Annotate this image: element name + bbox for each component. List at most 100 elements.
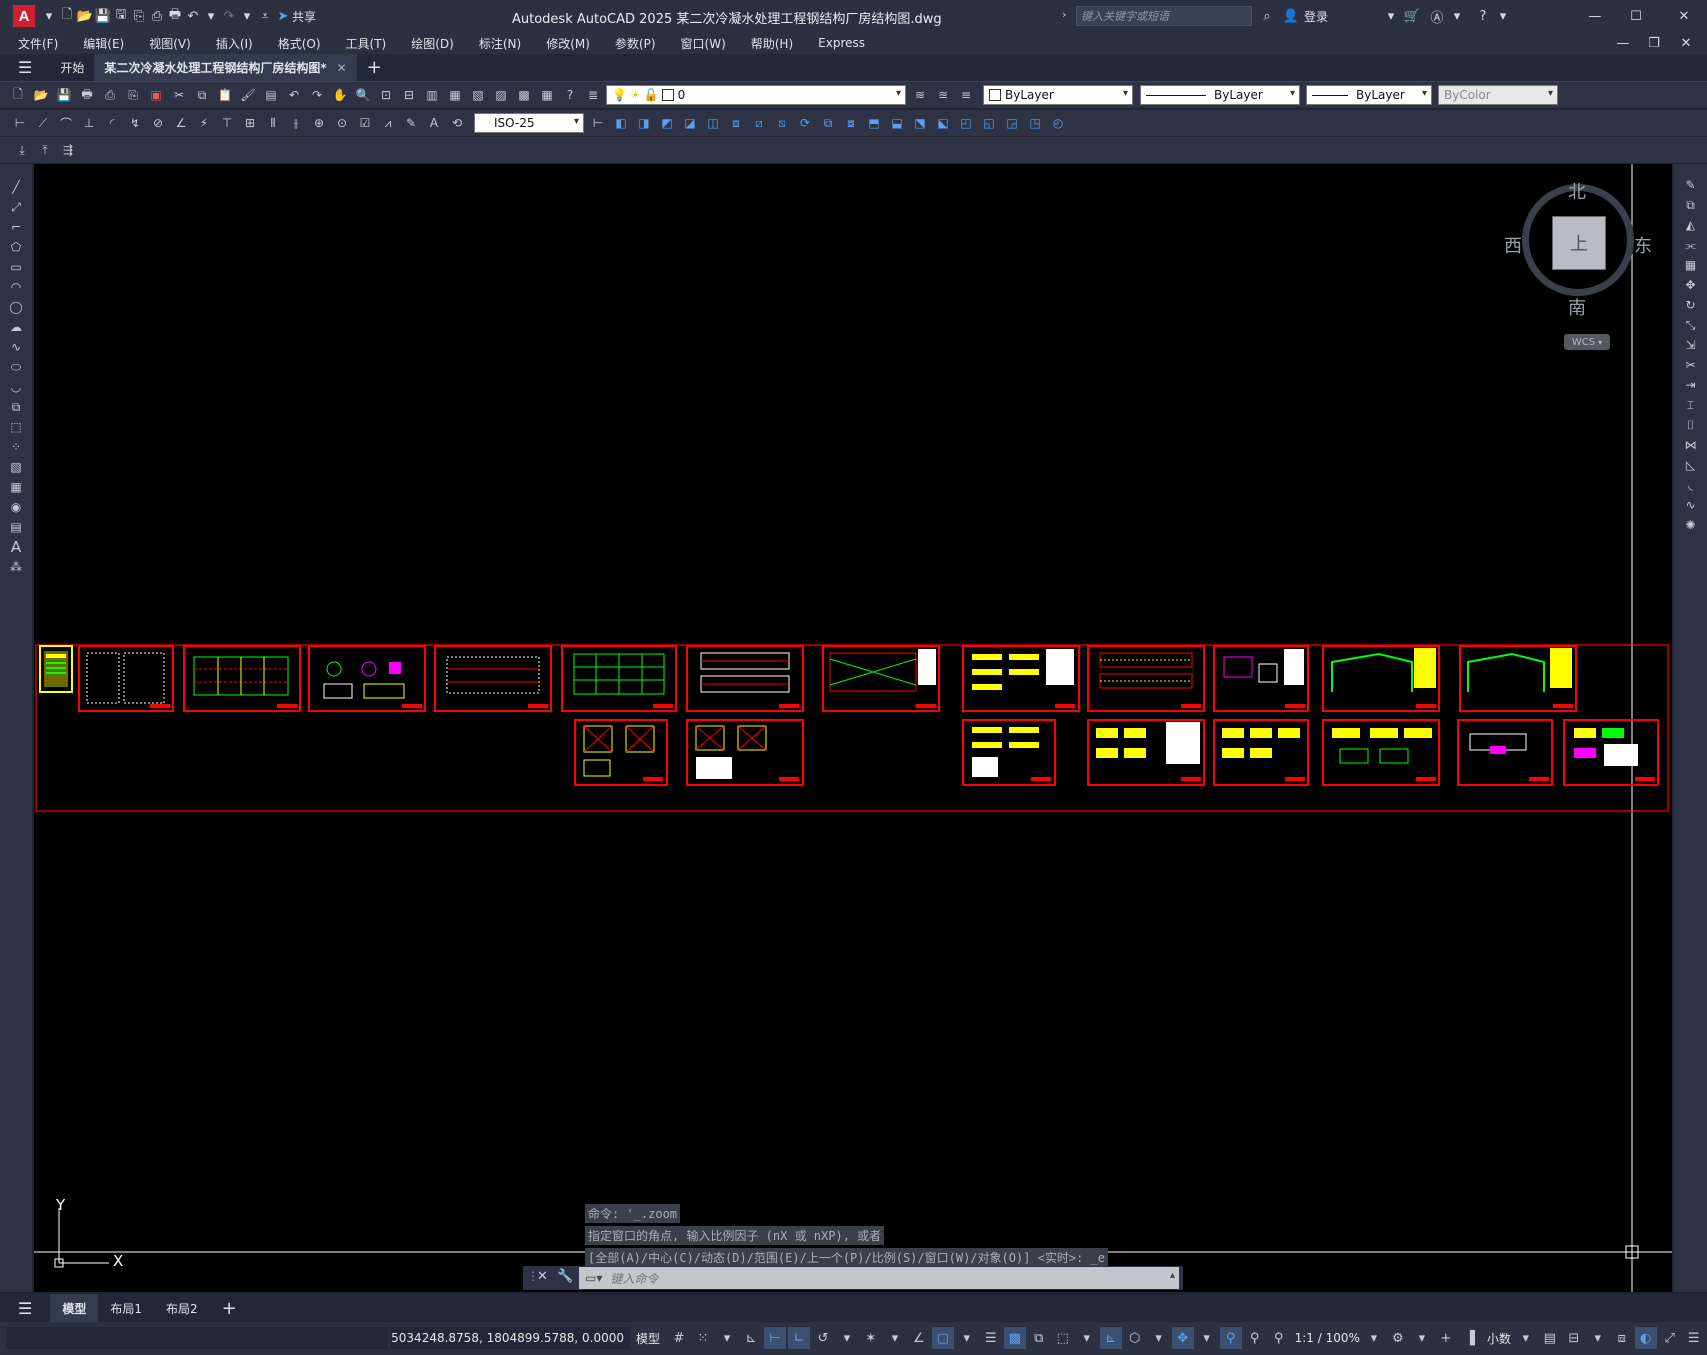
login-dropdown-icon[interactable]: ▾	[1382, 7, 1400, 25]
undo-icon[interactable]: ↶	[184, 7, 202, 25]
ellipse-icon[interactable]: ⬭	[5, 358, 27, 376]
move-icon[interactable]: ✥	[1680, 276, 1702, 294]
angular-dimension-icon[interactable]: ∠	[171, 113, 191, 133]
cart-icon[interactable]: 🛒	[1403, 7, 1421, 25]
annotation-monitor-icon[interactable]: +	[1435, 1327, 1457, 1349]
ordinate-dimension-icon[interactable]: ⊥	[79, 113, 99, 133]
dimension-style-dropdown[interactable]: ISO-25 ▾	[474, 113, 584, 133]
make-current-layer-icon[interactable]: ≋	[910, 85, 930, 105]
menu-parameters[interactable]: 参数(P)	[615, 35, 656, 52]
jogged-dimension-icon[interactable]: ↯	[125, 113, 145, 133]
explode-icon[interactable]: ✺	[1680, 516, 1702, 534]
customize-wrench-icon[interactable]: 🔧	[557, 1269, 573, 1284]
compass-west-label[interactable]: 西	[1504, 232, 1522, 258]
transparency-icon[interactable]: ▩	[1003, 1327, 1026, 1349]
offset-icon[interactable]: ⫘	[1680, 236, 1702, 254]
search-expand-icon[interactable]: ›	[1062, 8, 1066, 21]
line-icon[interactable]: ╱	[5, 178, 27, 196]
insert-block-icon[interactable]: ⧉	[5, 398, 27, 416]
menu-dropdown-icon[interactable]: ▾	[40, 7, 58, 25]
color-dropdown[interactable]: ByLayer ▾	[983, 85, 1133, 105]
rotate-icon[interactable]: ↻	[1680, 296, 1702, 314]
dimension-style-icon[interactable]: ⊢	[588, 113, 608, 133]
tab-layout2[interactable]: 布局2	[154, 1294, 210, 1322]
presspull-icon[interactable]: ⬒	[864, 113, 884, 133]
menu-view[interactable]: 视图(V)	[149, 35, 191, 52]
redo-icon[interactable]: ↷	[307, 85, 327, 105]
object-snap-dropdown-icon[interactable]: ▾	[956, 1327, 978, 1349]
grid-icon[interactable]: #	[668, 1327, 690, 1349]
imprint-icon[interactable]: ◰	[956, 113, 976, 133]
dimension-space-icon[interactable]: ⫴	[263, 113, 283, 133]
circle-icon[interactable]: ◯	[5, 298, 27, 316]
close-tab-icon[interactable]: ✕	[337, 61, 347, 75]
gizmo-icon[interactable]: ✥	[1171, 1327, 1194, 1349]
menu-file[interactable]: 文件(F)	[18, 35, 58, 52]
tolerance-icon[interactable]: ⊕	[309, 113, 329, 133]
jogged-linear-icon[interactable]: ⩘	[378, 113, 398, 133]
user-icon[interactable]: 👤	[1282, 7, 1300, 25]
join-icon[interactable]: ⋈	[1680, 436, 1702, 454]
new-icon[interactable]: 🗋	[8, 85, 28, 105]
pan-icon[interactable]: ✋	[330, 85, 350, 105]
menu-format[interactable]: 格式(O)	[278, 35, 321, 52]
layer-dropdown[interactable]: 💡 ☀ 🔓 0 ▾	[606, 85, 906, 105]
save-icon[interactable]: 💾	[94, 7, 112, 25]
filter-dropdown-icon[interactable]: ▾	[1148, 1327, 1170, 1349]
sweep-icon[interactable]: ⧉	[818, 113, 838, 133]
polar-dropdown-icon[interactable]: ▾	[836, 1327, 858, 1349]
offset-edges-icon[interactable]: ◱	[979, 113, 999, 133]
plot-icon[interactable]: 🖶	[77, 85, 97, 105]
isodraft-dropdown-icon[interactable]: ▾	[884, 1327, 906, 1349]
isolate-objects-icon[interactable]: ⧈	[1611, 1327, 1633, 1349]
dynamic-ucs-icon[interactable]: ⊾	[1099, 1327, 1122, 1349]
ortho-icon[interactable]: ∟	[787, 1327, 810, 1349]
command-input[interactable]: ▭▾ 键入命令 ▴	[579, 1267, 1179, 1289]
match-properties-icon[interactable]: 🖌	[238, 85, 258, 105]
copy-icon[interactable]: ⧉	[192, 85, 212, 105]
plot-preview-icon[interactable]: ⎙	[100, 85, 120, 105]
ellipse-arc-icon[interactable]: ◡	[5, 378, 27, 396]
menu-window[interactable]: 窗口(W)	[681, 35, 726, 52]
menu-edit[interactable]: 编辑(E)	[83, 35, 124, 52]
intersect-icon[interactable]: ⧈	[726, 113, 746, 133]
workspace-gear-icon[interactable]: ⚙	[1387, 1327, 1409, 1349]
model-space-toggle[interactable]: 模型	[636, 1330, 660, 1347]
workspace-dropdown-icon[interactable]: ▾	[1411, 1327, 1433, 1349]
center-mark-icon[interactable]: ⊙	[332, 113, 352, 133]
quick-dimension-icon[interactable]: ⚡	[194, 113, 214, 133]
infer-constraints-icon[interactable]: ⊢	[763, 1327, 786, 1349]
region-icon[interactable]: ◉	[5, 498, 27, 516]
zoom-window-icon[interactable]: ⊡	[376, 85, 396, 105]
properties-icon[interactable]: ▥	[422, 85, 442, 105]
design-center-icon[interactable]: ▦	[445, 85, 465, 105]
chamfer-icon[interactable]: ◺	[1680, 456, 1702, 474]
doc-minimize-icon[interactable]: —	[1614, 34, 1632, 52]
subtract-icon[interactable]: ◫	[703, 113, 723, 133]
break-at-point-icon[interactable]: ⌶	[1680, 396, 1702, 414]
copy-object-icon[interactable]: ⧉	[1680, 196, 1702, 214]
loft-icon[interactable]: ⧇	[841, 113, 861, 133]
block-editor-icon[interactable]: ▤	[261, 85, 281, 105]
doc-close-icon[interactable]: ✕	[1677, 34, 1695, 52]
viewcube[interactable]: 上 北 南 西 东	[1504, 182, 1652, 319]
hamburger-menu-icon[interactable]: ☰	[0, 54, 50, 81]
break-icon[interactable]: ⌷	[1680, 416, 1702, 434]
dimension-text-edit-icon[interactable]: A	[424, 113, 444, 133]
baseline-dimension-icon[interactable]: ⊤	[217, 113, 237, 133]
annotation-visibility-icon[interactable]: ⚲	[1219, 1327, 1242, 1349]
doc-restore-icon[interactable]: ❐	[1645, 34, 1663, 52]
compass-south-label[interactable]: 南	[1568, 294, 1586, 320]
app-dropdown-icon[interactable]: ▾	[1448, 7, 1466, 25]
minimize-window-icon[interactable]: —	[1586, 7, 1604, 25]
redo-icon[interactable]: ↷	[220, 7, 238, 25]
hatch-icon[interactable]: ▧	[5, 458, 27, 476]
open-folder-icon[interactable]: 📂	[76, 7, 94, 25]
undo-icon[interactable]: ↶	[284, 85, 304, 105]
share-button-label[interactable]: 共享	[292, 8, 316, 25]
inspection-icon[interactable]: ☑	[355, 113, 375, 133]
login-button[interactable]: 登录	[1304, 8, 1328, 25]
paste-icon[interactable]: 📋	[215, 85, 235, 105]
compass-north-label[interactable]: 北	[1568, 178, 1586, 204]
menu-insert[interactable]: 插入(I)	[216, 35, 253, 52]
